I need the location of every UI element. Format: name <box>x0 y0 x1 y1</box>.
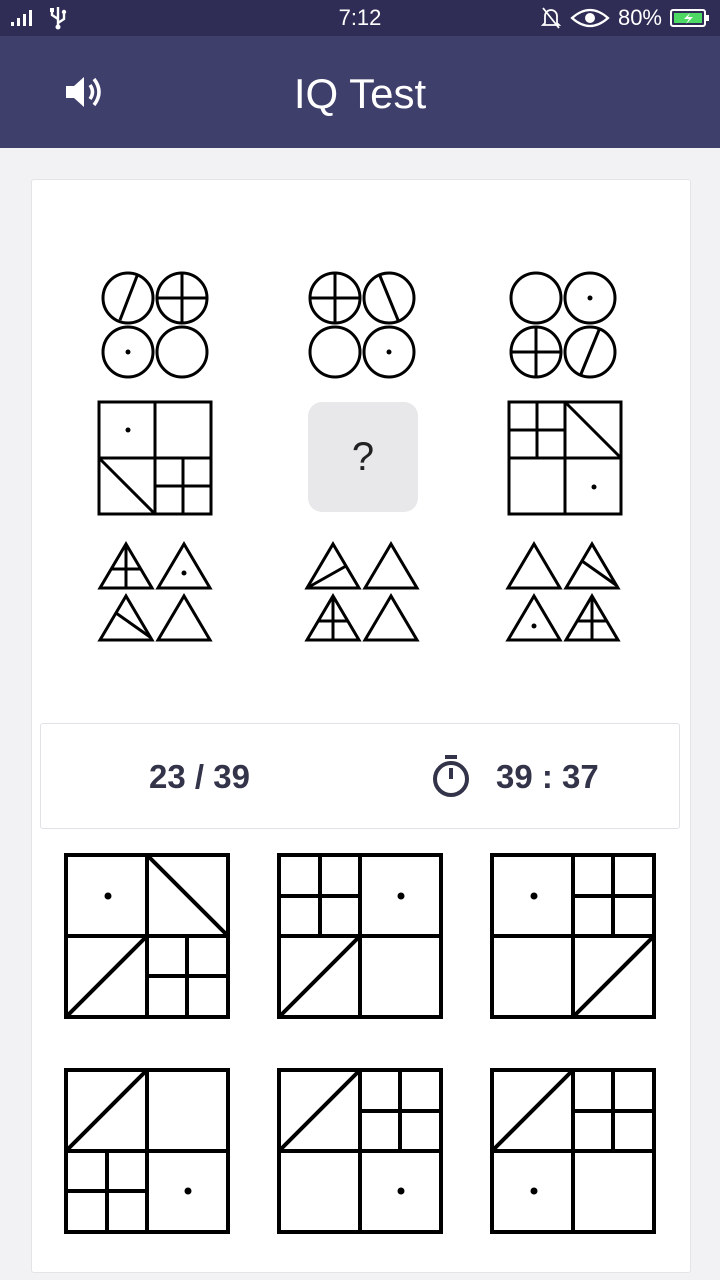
stopwatch-icon <box>433 755 469 797</box>
answer-option-4[interactable] <box>62 1066 232 1236</box>
puzzle-cell-2-1 <box>95 398 215 518</box>
answer-option-6[interactable] <box>488 1066 658 1236</box>
answer-option-1[interactable] <box>62 851 232 1021</box>
answer-option-2[interactable] <box>275 851 445 1021</box>
answer-option-5[interactable] <box>275 1066 445 1236</box>
puzzle-cell-2-3 <box>505 398 625 518</box>
progress-timer-bar: 23 / 39 39 : 37 <box>40 723 680 829</box>
answer-option-2-figure <box>277 853 443 1019</box>
puzzle-cell-3-3 <box>505 538 625 658</box>
countdown-timer: 39 : 37 <box>496 758 599 795</box>
puzzle-cell-3-2 <box>302 538 422 658</box>
bell-off-icon <box>540 7 562 29</box>
battery-percent: 80% <box>617 5 662 30</box>
puzzle-cell-1-2 <box>302 265 422 385</box>
question-progress: 23 / 39 <box>149 758 250 795</box>
answer-option-3-figure <box>490 853 656 1019</box>
puzzle-cell-3-1 <box>95 538 215 658</box>
answer-option-1-figure <box>64 853 230 1019</box>
missing-cell: ? <box>308 402 418 512</box>
answer-option-6-figure <box>490 1068 656 1234</box>
status-bar: 7:12 80% <box>0 0 720 36</box>
app-bar: IQ Test <box>0 36 720 148</box>
answer-option-4-figure <box>64 1068 230 1234</box>
eye-icon <box>570 8 610 28</box>
page-title: IQ Test <box>293 70 427 117</box>
answer-option-5-figure <box>277 1068 443 1234</box>
answer-option-3[interactable] <box>488 851 658 1021</box>
puzzle-cell-1-1 <box>95 265 215 385</box>
puzzle-cell-1-3 <box>503 265 623 385</box>
battery-charging-icon <box>670 9 709 27</box>
